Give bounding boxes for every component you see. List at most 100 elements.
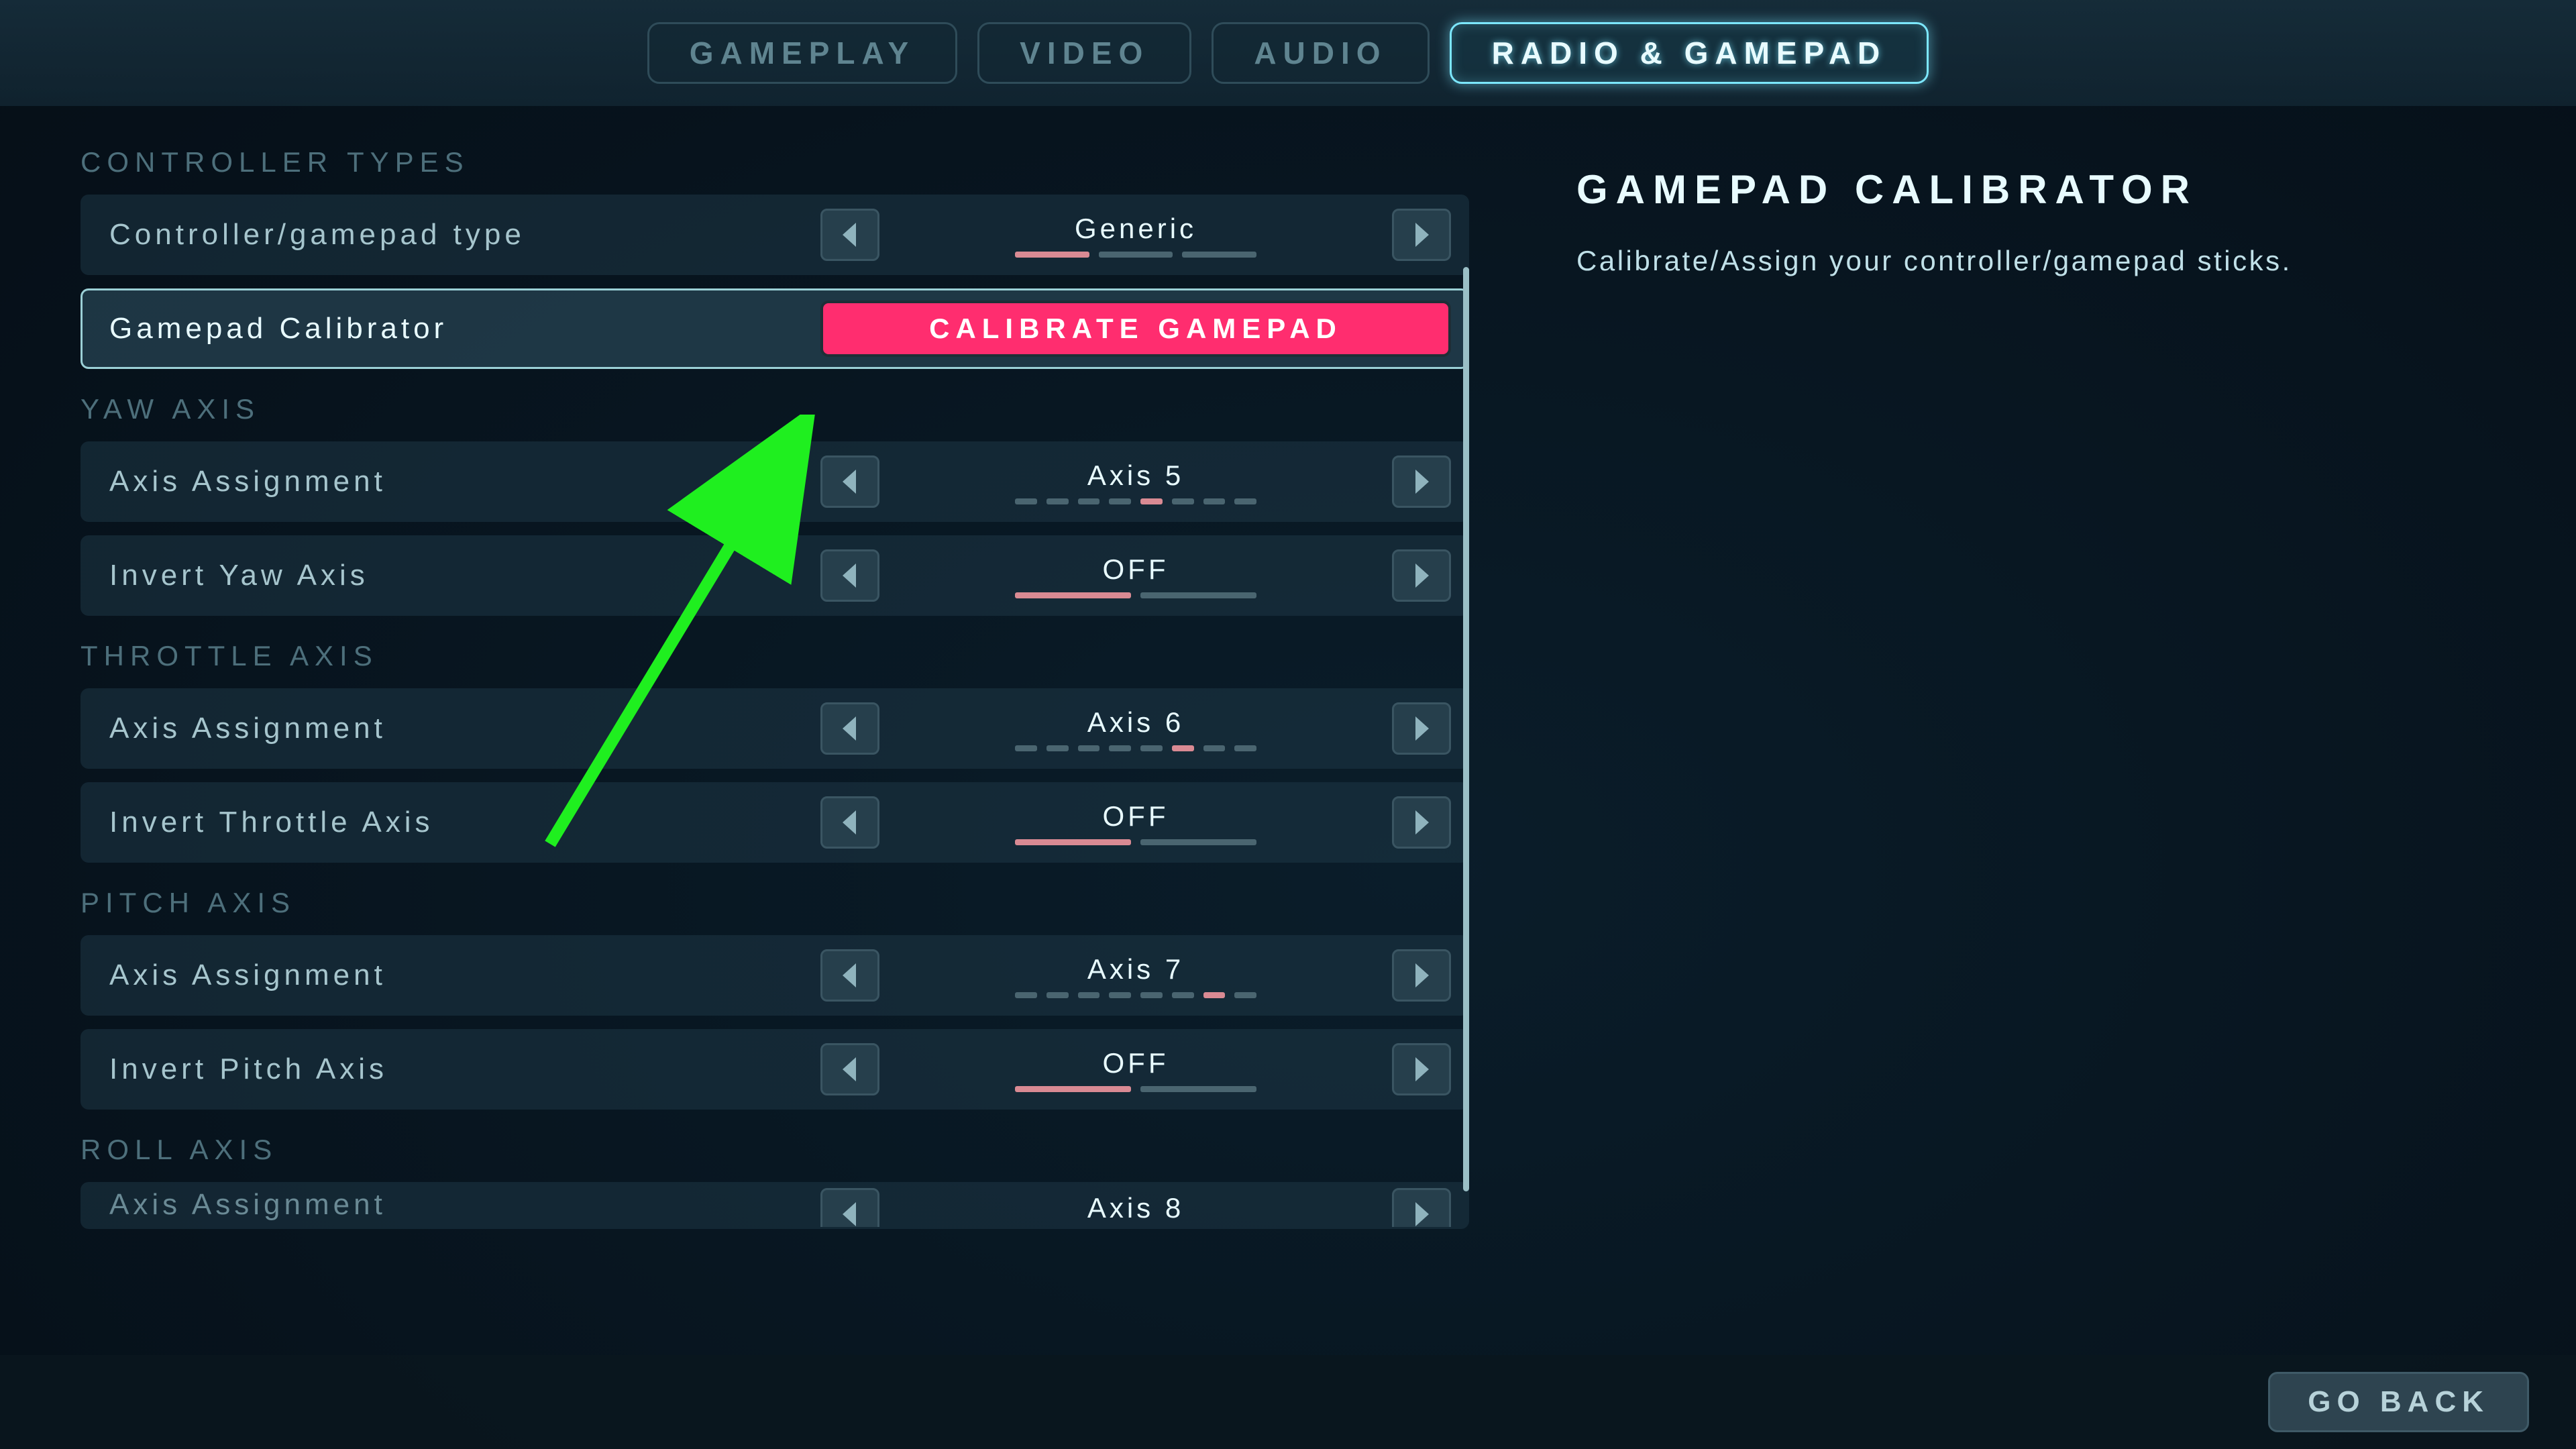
detail-description: Calibrate/Assign your controller/gamepad… xyxy=(1576,245,2496,277)
row-label: Axis Assignment xyxy=(109,712,820,745)
row-yaw-invert[interactable]: Invert Yaw Axis OFF xyxy=(80,535,1469,616)
chevron-right-icon xyxy=(1411,962,1432,989)
tab-radio-gamepad[interactable]: RADIO & GAMEPAD xyxy=(1450,22,1929,84)
option-ticks xyxy=(1015,252,1256,258)
chevron-left-icon xyxy=(840,468,860,495)
next-button[interactable] xyxy=(1392,1188,1451,1229)
prev-button[interactable] xyxy=(820,1043,879,1095)
selector-value: Axis 5 xyxy=(897,460,1375,504)
chevron-left-icon xyxy=(840,221,860,248)
main-content: CONTROLLER TYPES Controller/gamepad type… xyxy=(0,106,2576,1355)
row-label: Invert Pitch Axis xyxy=(109,1053,820,1086)
row-label: Axis Assignment xyxy=(109,959,820,992)
chevron-left-icon xyxy=(840,1201,860,1228)
value-text: Axis 7 xyxy=(1087,953,1184,985)
section-yaw-axis: YAW AXIS xyxy=(80,393,1469,425)
row-selector: Axis 5 xyxy=(820,455,1451,508)
row-pitch-invert[interactable]: Invert Pitch Axis OFF xyxy=(80,1029,1469,1110)
value-text: Generic xyxy=(1075,213,1197,245)
next-button[interactable] xyxy=(1392,549,1451,602)
section-pitch-axis: PITCH AXIS xyxy=(80,887,1469,919)
row-label: Axis Assignment xyxy=(109,1188,820,1222)
selector-value: OFF xyxy=(897,553,1375,598)
chevron-right-icon xyxy=(1411,809,1432,836)
row-throttle-invert[interactable]: Invert Throttle Axis OFF xyxy=(80,782,1469,863)
go-back-button[interactable]: GO BACK xyxy=(2268,1372,2529,1432)
chevron-left-icon xyxy=(840,962,860,989)
value-text: OFF xyxy=(1103,1047,1169,1079)
row-label: Controller/gamepad type xyxy=(109,218,820,252)
section-controller-types: CONTROLLER TYPES xyxy=(80,146,1469,178)
chevron-right-icon xyxy=(1411,1201,1432,1228)
chevron-right-icon xyxy=(1411,221,1432,248)
row-throttle-assignment[interactable]: Axis Assignment Axis 6 xyxy=(80,688,1469,769)
next-button[interactable] xyxy=(1392,702,1451,755)
row-selector: Generic xyxy=(820,209,1451,261)
row-roll-assignment[interactable]: Axis Assignment Axis 8 xyxy=(80,1182,1469,1229)
row-selector: OFF xyxy=(820,796,1451,849)
calibrate-gamepad-button[interactable]: CALIBRATE GAMEPAD xyxy=(820,301,1451,357)
row-controller-type[interactable]: Controller/gamepad type Generic xyxy=(80,195,1469,275)
chevron-left-icon xyxy=(840,809,860,836)
section-throttle-axis: THROTTLE AXIS xyxy=(80,640,1469,672)
prev-button[interactable] xyxy=(820,455,879,508)
selector-value: Generic xyxy=(897,213,1375,258)
row-gamepad-calibrator[interactable]: Gamepad Calibrator CALIBRATE GAMEPAD xyxy=(80,288,1469,369)
next-button[interactable] xyxy=(1392,455,1451,508)
option-ticks xyxy=(1015,592,1256,598)
row-label: Invert Yaw Axis xyxy=(109,559,820,592)
next-button[interactable] xyxy=(1392,209,1451,261)
detail-panel: GAMEPAD CALIBRATOR Calibrate/Assign your… xyxy=(1469,106,2576,1355)
option-ticks xyxy=(1015,992,1256,998)
row-yaw-assignment[interactable]: Axis Assignment Axis 5 xyxy=(80,441,1469,522)
prev-button[interactable] xyxy=(820,1188,879,1229)
prev-button[interactable] xyxy=(820,796,879,849)
chevron-right-icon xyxy=(1411,715,1432,742)
settings-list: CONTROLLER TYPES Controller/gamepad type… xyxy=(0,106,1469,1355)
prev-button[interactable] xyxy=(820,949,879,1002)
prev-button[interactable] xyxy=(820,209,879,261)
chevron-right-icon xyxy=(1411,562,1432,589)
chevron-left-icon xyxy=(840,1056,860,1083)
tab-video[interactable]: VIDEO xyxy=(977,22,1191,84)
value-text: Axis 8 xyxy=(1087,1192,1184,1224)
chevron-left-icon xyxy=(840,562,860,589)
selector-value: Axis 7 xyxy=(897,953,1375,998)
selector-value: OFF xyxy=(897,800,1375,845)
row-label: Gamepad Calibrator xyxy=(109,312,820,345)
tab-audio[interactable]: AUDIO xyxy=(1212,22,1429,84)
prev-button[interactable] xyxy=(820,702,879,755)
top-tabs: GAMEPLAY VIDEO AUDIO RADIO & GAMEPAD xyxy=(0,0,2576,106)
scrollbar[interactable] xyxy=(1463,267,1469,1342)
value-text: OFF xyxy=(1103,553,1169,586)
selector-value: Axis 8 xyxy=(897,1192,1375,1230)
row-selector: OFF xyxy=(820,1043,1451,1095)
prev-button[interactable] xyxy=(820,549,879,602)
row-selector: Axis 8 xyxy=(820,1188,1451,1229)
next-button[interactable] xyxy=(1392,796,1451,849)
chevron-left-icon xyxy=(840,715,860,742)
detail-title: GAMEPAD CALIBRATOR xyxy=(1576,166,2496,213)
row-label: Invert Throttle Axis xyxy=(109,806,820,839)
next-button[interactable] xyxy=(1392,1043,1451,1095)
selector-value: OFF xyxy=(897,1047,1375,1092)
row-label: Axis Assignment xyxy=(109,465,820,498)
row-selector: OFF xyxy=(820,549,1451,602)
section-roll-axis: ROLL AXIS xyxy=(80,1134,1469,1166)
value-text: Axis 5 xyxy=(1087,460,1184,492)
value-text: Axis 6 xyxy=(1087,706,1184,739)
footer-bar: GO BACK xyxy=(0,1355,2576,1449)
selector-value: Axis 6 xyxy=(897,706,1375,751)
value-text: OFF xyxy=(1103,800,1169,833)
row-selector: Axis 7 xyxy=(820,949,1451,1002)
row-selector: Axis 6 xyxy=(820,702,1451,755)
scrollbar-thumb[interactable] xyxy=(1463,267,1469,1191)
option-ticks xyxy=(1015,1086,1256,1092)
option-ticks xyxy=(1015,498,1256,504)
tab-gameplay[interactable]: GAMEPLAY xyxy=(647,22,957,84)
chevron-right-icon xyxy=(1411,468,1432,495)
next-button[interactable] xyxy=(1392,949,1451,1002)
option-ticks xyxy=(1015,839,1256,845)
row-pitch-assignment[interactable]: Axis Assignment Axis 7 xyxy=(80,935,1469,1016)
chevron-right-icon xyxy=(1411,1056,1432,1083)
